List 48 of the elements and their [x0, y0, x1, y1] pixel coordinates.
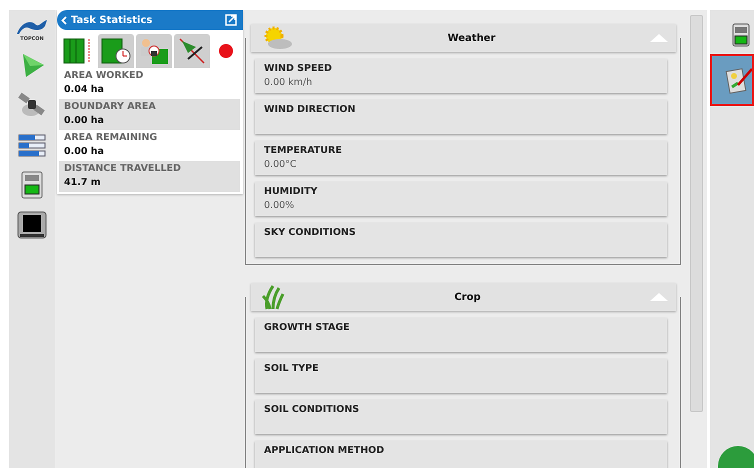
scrollbar-thumb[interactable]: [690, 15, 702, 412]
round-button[interactable]: [718, 446, 754, 468]
display-device-icon: [732, 23, 750, 47]
stat-value: 41.7 m: [64, 176, 102, 190]
field-card[interactable]: SKY CONDITIONS: [255, 223, 667, 257]
field-label: SOIL CONDITIONS: [264, 403, 360, 417]
console-icon: [17, 211, 47, 239]
field-label: HUMIDITY: [264, 185, 318, 199]
section-header[interactable]: Crop: [251, 283, 676, 311]
field-clock-icon: [100, 37, 132, 65]
stat-label: BOUNDARY AREA: [64, 100, 157, 114]
field-label: WIND DIRECTION: [264, 103, 356, 117]
stat-value: 0.04 ha: [64, 83, 105, 97]
statistics-tab[interactable]: [136, 34, 172, 68]
field-value: 0.00%: [264, 199, 296, 213]
field-card[interactable]: GROWTH STAGE: [255, 318, 667, 352]
stat-label: AREA REMAINING: [64, 131, 158, 145]
field-card[interactable]: WIND DIRECTION: [255, 100, 667, 134]
back-chevron-icon: [61, 16, 67, 24]
stat-label: AREA WORKED: [64, 69, 144, 83]
field-card[interactable]: HUMIDITY 0.00%: [255, 182, 667, 216]
statistics-tab[interactable]: [174, 34, 210, 68]
field-value: 0.00°C: [264, 158, 298, 172]
stat-label: DISTANCE TRAVELLED: [64, 162, 182, 176]
record-dot-icon: [219, 44, 233, 58]
field-card[interactable]: WIND SPEED 0.00 km/h: [255, 59, 667, 93]
field-card[interactable]: SOIL CONDITIONS: [255, 400, 667, 434]
bars-icon: [18, 133, 46, 157]
field-value: 0.00 km/h: [264, 76, 314, 90]
notes-button[interactable]: [710, 54, 754, 106]
field-card[interactable]: APPLICATION METHOD: [255, 441, 667, 468]
field-label: SOIL TYPE: [264, 362, 320, 376]
stat-value: 0.00 ha: [64, 114, 105, 128]
statistics-tab[interactable]: [98, 34, 134, 68]
logo-swirl-icon: [15, 18, 49, 36]
stat-value: 0.00 ha: [64, 145, 105, 159]
field-label: WIND SPEED: [264, 62, 333, 76]
popout-icon[interactable]: [225, 14, 237, 26]
plant-icon: [261, 284, 285, 310]
field-label: APPLICATION METHOD: [264, 444, 386, 458]
field-card[interactable]: TEMPERATURE 0.00°C: [255, 141, 667, 175]
field-label: TEMPERATURE: [264, 144, 343, 158]
field-label: GROWTH STAGE: [264, 321, 351, 335]
display-device-icon: [21, 171, 43, 199]
field-label: SKY CONDITIONS: [264, 226, 357, 240]
field-card[interactable]: SOIL TYPE: [255, 359, 667, 393]
section-header[interactable]: Weather: [251, 24, 676, 52]
back-button[interactable]: Task Statistics: [59, 14, 154, 26]
